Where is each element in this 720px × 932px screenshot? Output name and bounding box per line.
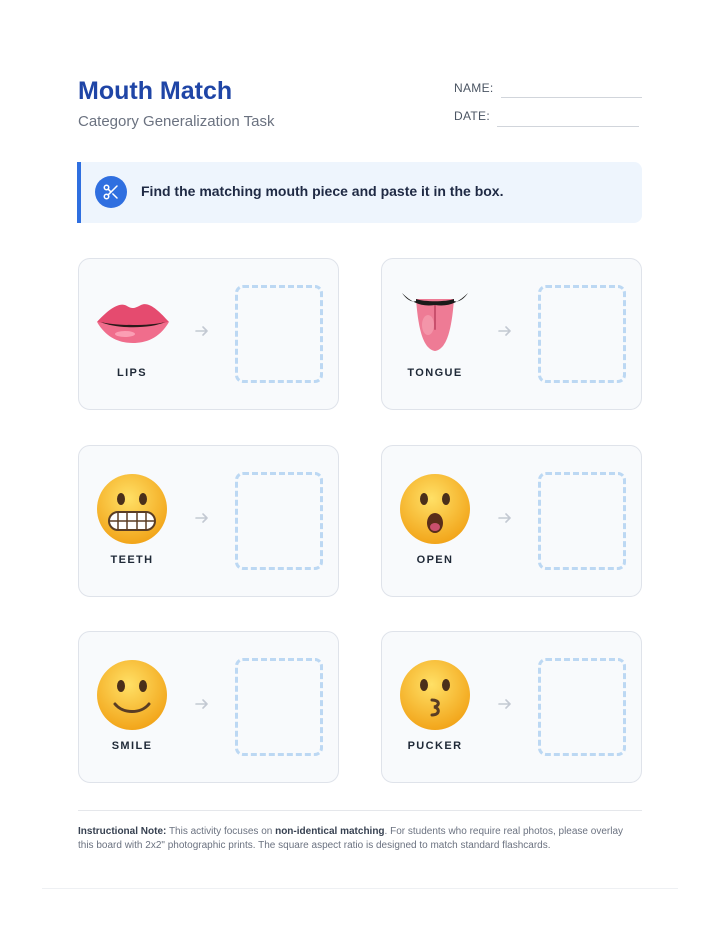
match-card-pucker: PUCKER (381, 631, 642, 783)
instruction-banner: Find the matching mouth piece and paste … (77, 162, 642, 223)
match-card-smile: SMILE (78, 631, 339, 783)
arrow-right-icon (195, 699, 208, 709)
paste-box-pucker[interactable] (538, 658, 626, 756)
date-field-line[interactable] (497, 126, 639, 127)
note-text-before: This activity focuses on (166, 826, 276, 837)
arrow-right-icon (498, 699, 511, 709)
match-card-lips: LIPS (78, 258, 339, 410)
grimacing-face-emoji-icon (95, 472, 169, 546)
arrow-right-icon (498, 513, 511, 523)
scissors-icon (95, 176, 127, 208)
note-emphasis: non-identical matching (275, 826, 385, 837)
instruction-text: Find the matching mouth piece and paste … (141, 183, 504, 199)
paste-box-tongue[interactable] (538, 285, 626, 383)
worksheet-subtitle: Category Generalization Task (78, 113, 275, 130)
open-mouth-face-emoji-icon (398, 472, 472, 546)
card-label-pucker: PUCKER (407, 740, 463, 752)
date-label: DATE: (454, 109, 490, 123)
match-card-open: OPEN (381, 445, 642, 597)
paste-box-lips[interactable] (235, 285, 323, 383)
lips-emoji-icon (95, 285, 169, 359)
footer-divider (78, 810, 642, 811)
paste-box-teeth[interactable] (235, 472, 323, 570)
paste-box-open[interactable] (538, 472, 626, 570)
worksheet-title: Mouth Match (78, 77, 233, 105)
note-label: Instructional Note: (78, 826, 167, 837)
instructional-note: Instructional Note: This activity focuse… (78, 825, 638, 853)
card-label-smile: SMILE (111, 740, 153, 752)
card-label-lips: LIPS (116, 367, 148, 379)
name-field-line[interactable] (501, 97, 642, 98)
arrow-right-icon (195, 513, 208, 523)
kissing-face-emoji-icon (398, 658, 472, 732)
tongue-emoji-icon (398, 285, 472, 359)
card-label-teeth: TEETH (110, 554, 154, 566)
card-label-open: OPEN (416, 554, 454, 566)
arrow-right-icon (498, 326, 511, 336)
match-card-tongue: TONGUE (381, 258, 642, 410)
match-card-teeth: TEETH (78, 445, 339, 597)
name-label: NAME: (454, 81, 494, 95)
page-bottom-line (42, 888, 678, 889)
paste-box-smile[interactable] (235, 658, 323, 756)
slightly-smiling-face-emoji-icon (95, 658, 169, 732)
card-label-tongue: TONGUE (407, 367, 463, 379)
arrow-right-icon (195, 326, 208, 336)
